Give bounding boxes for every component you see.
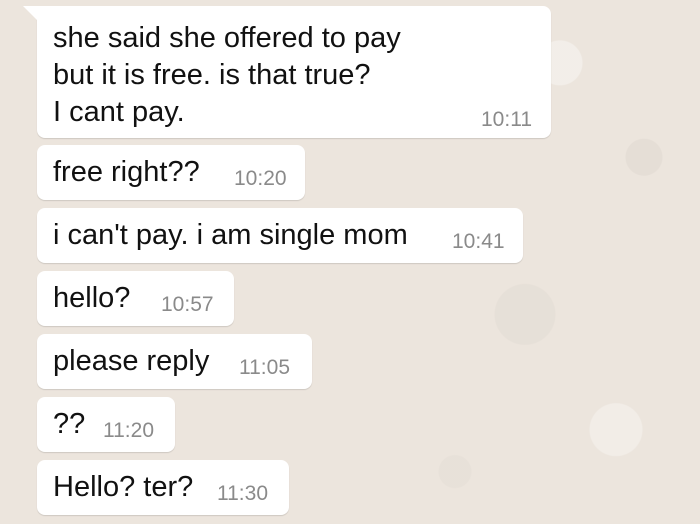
message-text: Hello? ter? <box>53 471 194 503</box>
message-bubble[interactable]: Hello? ter? 11:30 <box>37 460 289 515</box>
message-time: 11:05 <box>239 356 290 379</box>
message-time: 10:20 <box>234 167 287 190</box>
message-bubble[interactable]: i can't pay. i am single mom 10:41 <box>37 208 523 263</box>
bubble-tail <box>23 6 37 20</box>
message-text: she said she offered to pay but it is fr… <box>53 22 401 128</box>
message-time: 11:20 <box>103 419 154 442</box>
message-bubble[interactable]: hello? 10:57 <box>37 271 234 326</box>
message-time: 11:30 <box>217 482 268 505</box>
message-time: 10:57 <box>161 293 214 316</box>
message-text: free right?? <box>53 156 200 188</box>
chat-conversation: she said she offered to pay but it is fr… <box>0 0 700 524</box>
message-bubble[interactable]: ?? 11:20 <box>37 397 175 452</box>
message-text: please reply <box>53 345 210 377</box>
message-bubble[interactable]: please reply 11:05 <box>37 334 312 389</box>
message-text: i can't pay. i am single mom <box>53 219 408 251</box>
message-text: ?? <box>53 408 86 440</box>
message-bubble[interactable]: she said she offered to pay but it is fr… <box>23 6 551 138</box>
message-text: hello? <box>53 282 131 314</box>
message-bubble[interactable]: free right?? 10:20 <box>37 145 305 200</box>
message-time: 10:41 <box>452 230 505 253</box>
message-time: 10:11 <box>481 108 532 131</box>
